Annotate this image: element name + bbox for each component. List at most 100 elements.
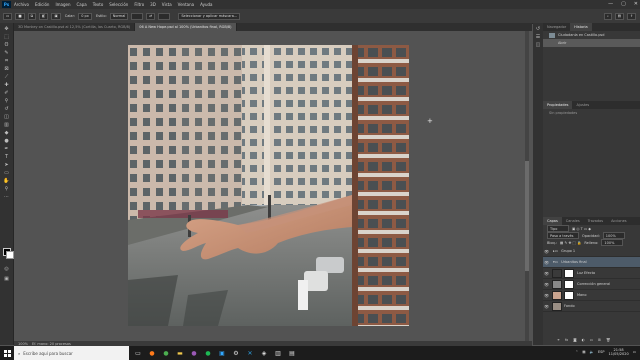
visibility-eye-icon[interactable]: 👁: [543, 304, 550, 309]
layer-row[interactable]: 👁 ▸▭ Grupo 1: [543, 246, 640, 257]
feather-input[interactable]: 0 px: [78, 12, 93, 20]
hand-tool-icon[interactable]: ✋: [3, 178, 10, 184]
vertical-scrollbar[interactable]: [525, 31, 529, 342]
add-mask-icon[interactable]: ◙: [573, 338, 576, 342]
layer-filter-select[interactable]: Tipo: [547, 225, 569, 232]
scrollbar-thumb[interactable]: [525, 161, 529, 271]
crop-tool-icon[interactable]: ⌗: [3, 58, 10, 64]
tab-document-2[interactable]: 06 A New Hope.psd al 100% (Urbanitos fin…: [135, 23, 237, 31]
tab-ajustes[interactable]: Ajustes: [572, 101, 593, 109]
clone-stamp-tool-icon[interactable]: ⚲: [3, 98, 10, 104]
photoshop-taskbar-icon[interactable]: ▣: [217, 348, 227, 358]
lock-icons[interactable]: ▦ ✎ ✥ ⬚ 🔒: [560, 241, 581, 245]
tab-trazados[interactable]: Trazados: [584, 217, 607, 225]
tab-propiedades[interactable]: Propiedades: [543, 101, 573, 109]
volume-icon[interactable]: 🔈: [590, 350, 594, 354]
tab-navegador[interactable]: Navegador: [543, 23, 570, 31]
zoom-level[interactable]: 100%: [18, 342, 28, 346]
link-icon[interactable]: ⚭: [557, 338, 560, 342]
layer-row[interactable]: 👁 Fondo: [543, 301, 640, 312]
clock[interactable]: 21:58 11/05/2020: [609, 348, 629, 356]
close-button[interactable]: ✕: [634, 1, 638, 7]
vscode-icon[interactable]: ✕: [245, 348, 255, 358]
opacity-input[interactable]: 100%: [602, 232, 625, 239]
intersect-selection-icon[interactable]: ▣: [51, 12, 61, 20]
document-canvas[interactable]: [128, 45, 409, 326]
share-icon[interactable]: ⇪: [627, 12, 636, 20]
quick-select-tool-icon[interactable]: ✎: [3, 50, 10, 56]
menu-ventana[interactable]: Ventana: [178, 2, 194, 7]
menu-capa[interactable]: Capa: [77, 2, 87, 7]
network-icon[interactable]: ▦: [582, 350, 585, 354]
quick-mask-icon[interactable]: ◎: [3, 266, 10, 272]
tab-acciones[interactable]: Acciones: [607, 217, 631, 225]
menu-ayuda[interactable]: Ayuda: [200, 2, 212, 7]
terminal-icon[interactable]: ▤: [287, 348, 297, 358]
blend-mode-select[interactable]: Paso a través: [547, 232, 579, 239]
search-icon[interactable]: ⌕: [604, 12, 612, 20]
properties-panel-icon[interactable]: ☰: [535, 34, 542, 40]
layer-row[interactable]: 👁 Luz Efecto: [543, 268, 640, 279]
marquee-tool-icon[interactable]: ⬚: [3, 34, 10, 40]
history-panel-icon[interactable]: ↺: [535, 26, 542, 32]
tab-canales[interactable]: Canales: [562, 217, 584, 225]
app-icon[interactable]: ●: [189, 348, 199, 358]
layer-row[interactable]: 👁 Corrección general: [543, 279, 640, 290]
visibility-eye-icon[interactable]: 👁: [543, 271, 550, 276]
tab-document-1[interactable]: 3D Monkey on Castillo.psd al 12,5% (Cort…: [14, 23, 136, 31]
tray-up-arrow-icon[interactable]: ⌃: [575, 350, 578, 354]
eraser-tool-icon[interactable]: ◫: [3, 114, 10, 120]
tab-historia[interactable]: Historia: [570, 23, 592, 31]
lasso-tool-icon[interactable]: ʘ: [3, 42, 10, 48]
spotify-icon[interactable]: ●: [203, 348, 213, 358]
new-group-icon[interactable]: ▭: [590, 338, 593, 342]
app-icon-2[interactable]: ◈: [259, 348, 269, 358]
height-input[interactable]: [158, 12, 171, 20]
menu-imagen[interactable]: Imagen: [55, 2, 70, 7]
pen-tool-icon[interactable]: ✒: [3, 146, 10, 152]
maximize-button[interactable]: ▢: [621, 1, 626, 7]
settings-icon[interactable]: ⚙: [231, 348, 241, 358]
menu-vista[interactable]: Vista: [162, 2, 172, 7]
menu-seleccion[interactable]: Selección: [109, 2, 128, 7]
swap-icon[interactable]: ⇄: [146, 12, 156, 20]
menu-archivo[interactable]: Archivo: [14, 2, 29, 7]
minimize-button[interactable]: —: [608, 1, 613, 7]
language-indicator[interactable]: ESP: [598, 350, 605, 354]
fx-icon[interactable]: fx: [565, 338, 568, 342]
menu-filtro[interactable]: Filtro: [134, 2, 144, 7]
select-and-mask-button[interactable]: Seleccionar y aplicar máscara...: [178, 12, 241, 20]
subtract-selection-icon[interactable]: ◧: [39, 12, 49, 20]
taskbar-search-input[interactable]: ⌕ Escribe aquí para buscar: [14, 346, 129, 360]
notifications-icon[interactable]: ▭: [633, 350, 636, 354]
visibility-eye-icon[interactable]: 👁: [543, 293, 550, 298]
brush-tool-icon[interactable]: ✐: [3, 90, 10, 96]
workspace-icon[interactable]: ▤: [614, 12, 624, 20]
fill-input[interactable]: 100%: [601, 239, 624, 246]
history-item[interactable]: Abrir: [543, 39, 640, 47]
dodge-tool-icon[interactable]: ●: [3, 138, 10, 144]
menu-edicion[interactable]: Edición: [35, 2, 49, 7]
layers-panel-icon[interactable]: ◫: [535, 42, 542, 48]
history-brush-tool-icon[interactable]: ↺: [3, 106, 10, 112]
more-tools-icon[interactable]: ⋯: [3, 194, 10, 200]
menu-texto[interactable]: Texto: [93, 2, 104, 7]
type-tool-icon[interactable]: T: [3, 154, 10, 160]
move-tool-icon[interactable]: ✥: [3, 26, 10, 32]
healing-brush-tool-icon[interactable]: ✚: [3, 82, 10, 88]
screen-mode-icon[interactable]: ▣: [3, 276, 10, 282]
adjustment-icon[interactable]: ◐: [582, 338, 585, 342]
task-view-icon[interactable]: ▭: [133, 348, 143, 358]
app-icon-3[interactable]: ▥: [273, 348, 283, 358]
visibility-eye-icon[interactable]: 👁: [543, 282, 550, 287]
filter-icons[interactable]: ▣ ◎ T ▭ ◆: [572, 227, 591, 231]
marquee-tool-preset-icon[interactable]: ▭: [3, 12, 13, 20]
new-layer-icon[interactable]: ⊞: [598, 338, 601, 342]
layer-row[interactable]: 👁 Mano: [543, 290, 640, 301]
file-explorer-icon[interactable]: ▬: [175, 348, 185, 358]
trash-icon[interactable]: 🗑: [606, 338, 610, 342]
zoom-tool-icon[interactable]: ⚲: [3, 186, 10, 192]
gradient-tool-icon[interactable]: ▥: [3, 122, 10, 128]
blur-tool-icon[interactable]: ◆: [3, 130, 10, 136]
path-selection-tool-icon[interactable]: ➤: [3, 162, 10, 168]
